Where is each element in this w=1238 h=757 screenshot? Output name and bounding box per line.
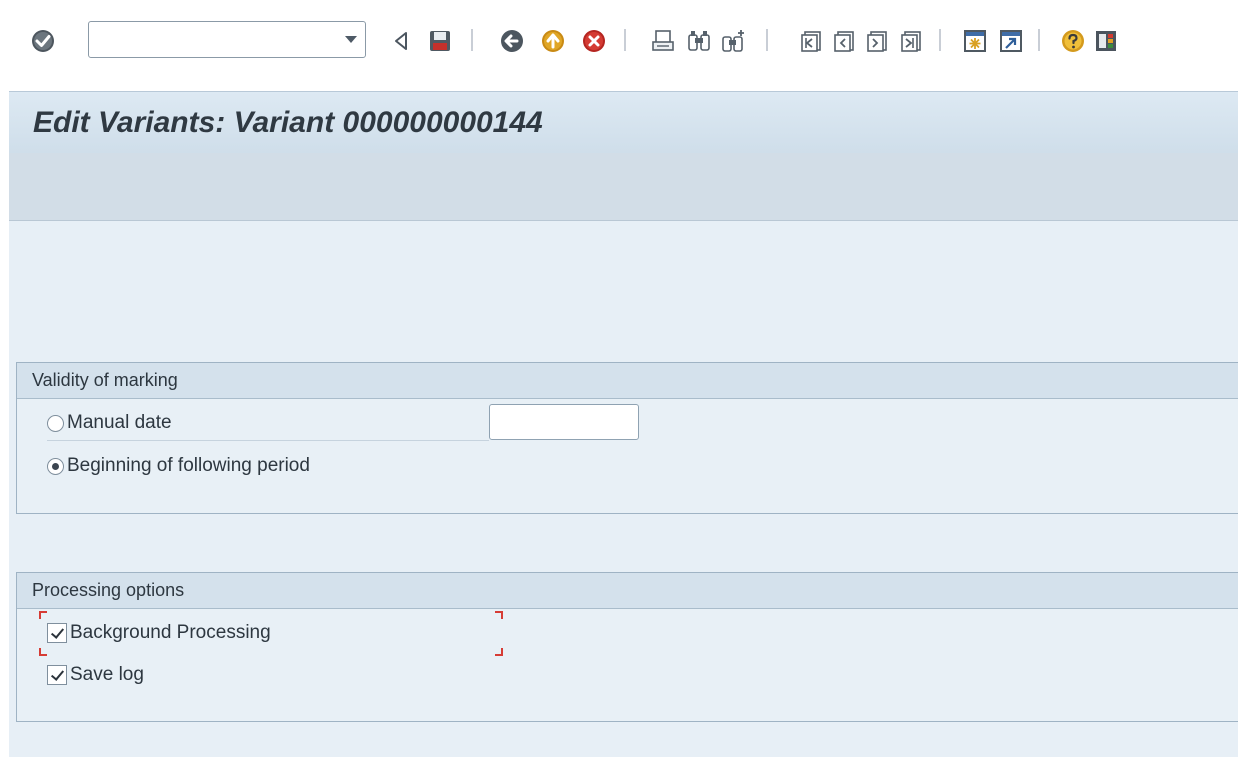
background-processing-checkbox[interactable]	[47, 623, 67, 643]
previous-page-icon[interactable]	[829, 26, 859, 56]
manual-date-label: Manual date	[67, 412, 172, 433]
processing-frame: Processing options Background Processing…	[16, 572, 1238, 722]
toolbar-separator	[624, 29, 626, 51]
title-bar: Edit Variants: Variant 000000000144	[9, 91, 1238, 153]
toolbar-separator	[471, 29, 473, 51]
save-log-label: Save log	[70, 664, 144, 685]
print-icon[interactable]	[648, 26, 678, 56]
chevron-down-icon[interactable]	[345, 36, 357, 43]
background-processing-label: Background Processing	[70, 622, 271, 643]
focus-marker	[39, 648, 47, 656]
validity-frame: Validity of marking Manual date Beginnin…	[16, 362, 1238, 514]
manual-date-option[interactable]: Manual date	[47, 408, 172, 438]
help-icon[interactable]	[1058, 26, 1088, 56]
manual-date-radio[interactable]	[47, 414, 64, 432]
create-shortcut-icon[interactable]	[996, 26, 1026, 56]
processing-frame-title: Processing options	[17, 573, 1238, 609]
layout-menu-icon[interactable]	[1091, 26, 1121, 56]
validity-frame-title: Validity of marking	[17, 363, 1238, 399]
enter-icon[interactable]	[28, 26, 58, 56]
following-period-radio[interactable]	[47, 457, 64, 475]
create-session-icon[interactable]	[960, 26, 990, 56]
focus-marker	[495, 648, 503, 656]
cancel-icon[interactable]	[579, 26, 609, 56]
save-log-checkbox[interactable]	[47, 665, 67, 685]
following-period-option[interactable]: Beginning of following period	[47, 451, 310, 481]
toolbar-separator	[939, 29, 941, 51]
back-icon[interactable]	[497, 26, 527, 56]
focus-marker	[39, 611, 47, 619]
save-icon[interactable]	[425, 26, 455, 56]
command-field[interactable]	[88, 21, 366, 58]
row-divider	[47, 440, 489, 441]
first-page-icon[interactable]	[796, 26, 826, 56]
find-icon[interactable]	[684, 26, 714, 56]
focus-marker	[495, 611, 503, 619]
save-log-option[interactable]: Save log	[47, 660, 144, 690]
back-arrow-icon[interactable]	[387, 26, 417, 56]
last-page-icon[interactable]	[896, 26, 926, 56]
page-title: Edit Variants: Variant 000000000144	[33, 106, 543, 139]
following-period-label: Beginning of following period	[67, 455, 310, 476]
background-processing-option[interactable]: Background Processing	[47, 618, 271, 648]
system-toolbar	[0, 0, 1238, 88]
next-page-icon[interactable]	[862, 26, 892, 56]
command-field-input[interactable]	[89, 22, 345, 57]
application-toolbar	[9, 153, 1238, 221]
toolbar-separator	[766, 29, 768, 51]
exit-icon[interactable]	[538, 26, 568, 56]
toolbar-separator	[1038, 29, 1040, 51]
manual-date-field[interactable]	[489, 404, 639, 440]
find-next-icon[interactable]	[719, 26, 749, 56]
